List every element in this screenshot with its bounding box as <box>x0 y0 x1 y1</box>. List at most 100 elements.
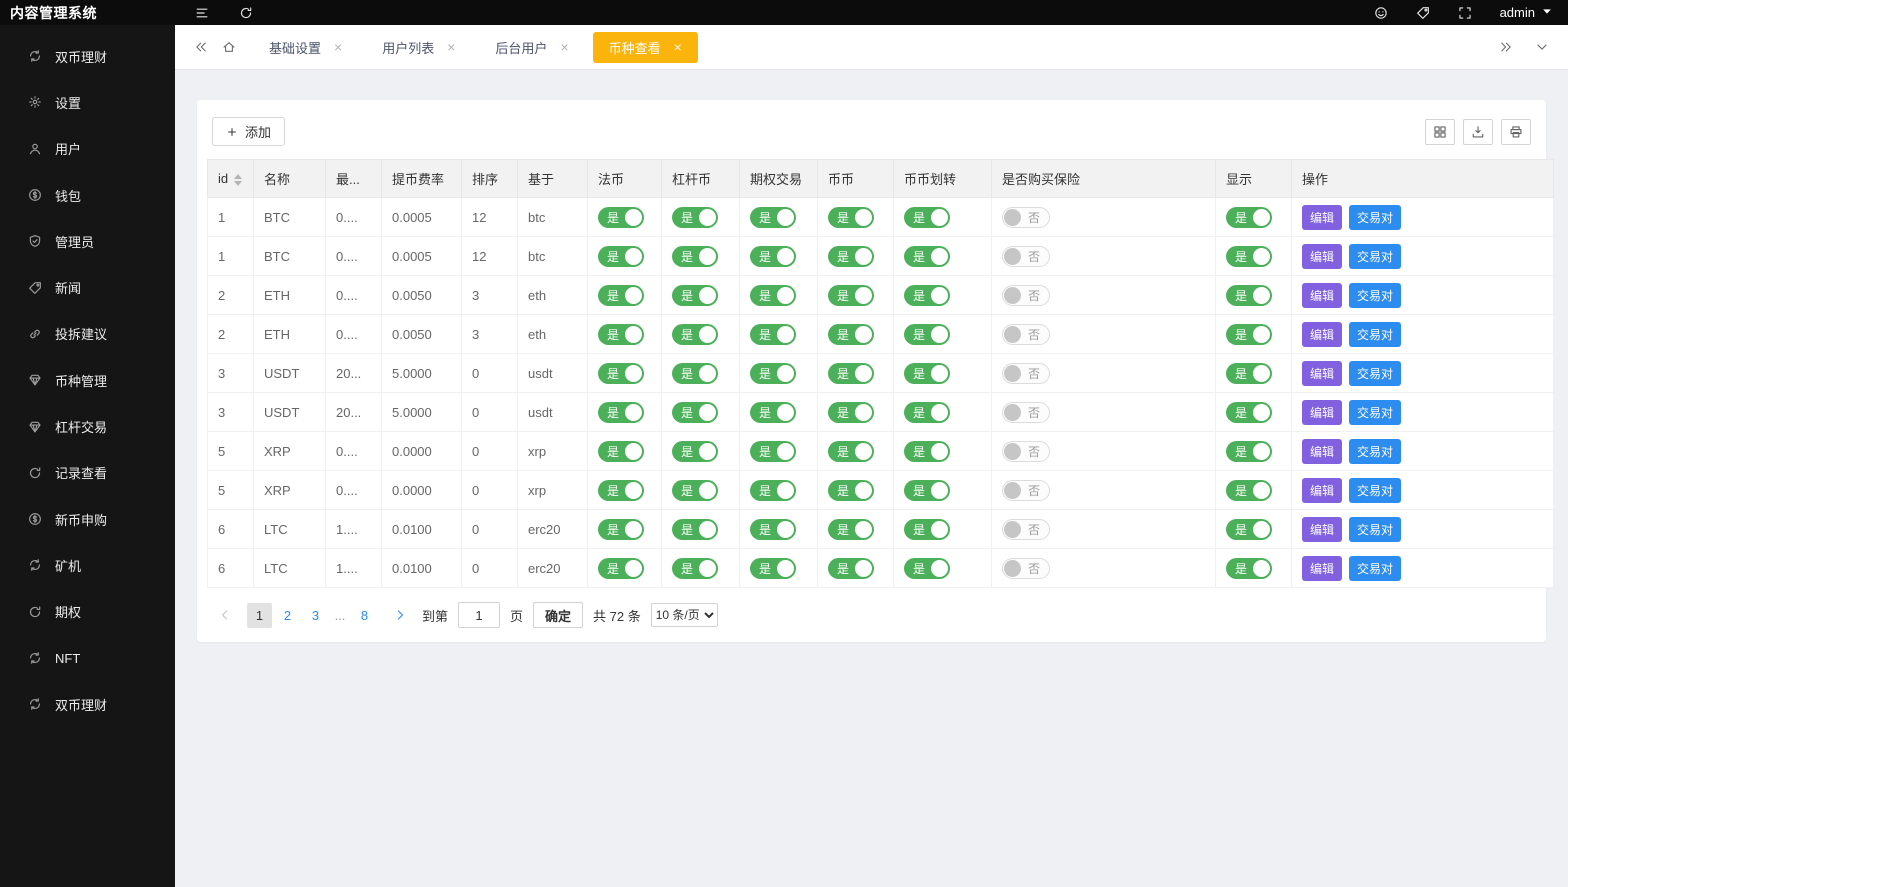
page-button[interactable]: 3 <box>303 603 328 628</box>
show-toggle[interactable]: 是 <box>1226 285 1272 306</box>
lever-toggle[interactable]: 是 <box>672 363 718 384</box>
pair-button[interactable]: 交易对 <box>1349 322 1401 347</box>
option-toggle[interactable]: 是 <box>750 285 796 306</box>
option-toggle[interactable]: 是 <box>750 558 796 579</box>
option-toggle[interactable]: 是 <box>750 363 796 384</box>
sidebar-item[interactable]: 钱包 <box>0 172 175 218</box>
option-toggle[interactable]: 是 <box>750 402 796 423</box>
tab-close-icon[interactable]: × <box>447 40 455 54</box>
transfer-toggle[interactable]: 是 <box>904 363 950 384</box>
tab-item[interactable]: 后台用户× <box>479 32 584 63</box>
edit-button[interactable]: 编辑 <box>1302 556 1342 581</box>
print-button[interactable] <box>1501 119 1531 145</box>
insurance-toggle[interactable]: 否 <box>1002 285 1050 306</box>
insurance-toggle[interactable]: 否 <box>1002 441 1050 462</box>
option-toggle[interactable]: 是 <box>750 441 796 462</box>
fiat-toggle[interactable]: 是 <box>598 207 644 228</box>
transfer-toggle[interactable]: 是 <box>904 441 950 462</box>
sidebar-item[interactable]: 用户 <box>0 126 175 172</box>
insurance-toggle[interactable]: 否 <box>1002 324 1050 345</box>
edit-button[interactable]: 编辑 <box>1302 322 1342 347</box>
pair-button[interactable]: 交易对 <box>1349 556 1401 581</box>
fiat-toggle[interactable]: 是 <box>598 441 644 462</box>
pair-button[interactable]: 交易对 <box>1349 517 1401 542</box>
tab-close-icon[interactable]: × <box>674 40 682 54</box>
pair-button[interactable]: 交易对 <box>1349 361 1401 386</box>
sidebar-item[interactable]: 杠杆交易 <box>0 403 175 449</box>
sidebar-collapse-button[interactable] <box>195 6 209 20</box>
sidebar-item[interactable]: 期权 <box>0 589 175 635</box>
pair-button[interactable]: 交易对 <box>1349 439 1401 464</box>
sidebar-item[interactable]: 设置 <box>0 79 175 125</box>
topbar-face-button[interactable] <box>1374 6 1388 20</box>
show-toggle[interactable]: 是 <box>1226 519 1272 540</box>
coin-toggle[interactable]: 是 <box>828 207 874 228</box>
transfer-toggle[interactable]: 是 <box>904 246 950 267</box>
next-page-button[interactable] <box>387 603 412 628</box>
show-toggle[interactable]: 是 <box>1226 324 1272 345</box>
transfer-toggle[interactable]: 是 <box>904 324 950 345</box>
tab-close-icon[interactable]: × <box>334 40 342 54</box>
tabs-menu-button[interactable] <box>1528 40 1556 54</box>
transfer-toggle[interactable]: 是 <box>904 285 950 306</box>
tab-item[interactable]: 用户列表× <box>366 32 471 63</box>
show-toggle[interactable]: 是 <box>1226 363 1272 384</box>
refresh-button[interactable] <box>239 6 253 20</box>
column-header[interactable]: id <box>208 160 254 198</box>
fiat-toggle[interactable]: 是 <box>598 363 644 384</box>
lever-toggle[interactable]: 是 <box>672 558 718 579</box>
edit-button[interactable]: 编辑 <box>1302 478 1342 503</box>
page-button[interactable]: 2 <box>275 603 300 628</box>
coin-toggle[interactable]: 是 <box>828 246 874 267</box>
transfer-toggle[interactable]: 是 <box>904 480 950 501</box>
fiat-toggle[interactable]: 是 <box>598 480 644 501</box>
show-toggle[interactable]: 是 <box>1226 402 1272 423</box>
sidebar-item[interactable]: 币种管理 <box>0 357 175 403</box>
edit-button[interactable]: 编辑 <box>1302 517 1342 542</box>
option-toggle[interactable]: 是 <box>750 480 796 501</box>
fiat-toggle[interactable]: 是 <box>598 402 644 423</box>
show-toggle[interactable]: 是 <box>1226 480 1272 501</box>
sidebar-item[interactable]: 双币理财 <box>0 33 175 79</box>
home-tab-button[interactable] <box>215 40 243 54</box>
pair-button[interactable]: 交易对 <box>1349 244 1401 269</box>
sidebar-item[interactable]: 新闻 <box>0 264 175 310</box>
confirm-button[interactable]: 确定 <box>533 602 583 628</box>
insurance-toggle[interactable]: 否 <box>1002 363 1050 384</box>
tabs-scroll-left-button[interactable] <box>187 40 215 54</box>
topbar-tag-button[interactable] <box>1416 6 1430 20</box>
sidebar-item[interactable]: 矿机 <box>0 542 175 588</box>
fiat-toggle[interactable]: 是 <box>598 246 644 267</box>
lever-toggle[interactable]: 是 <box>672 207 718 228</box>
lever-toggle[interactable]: 是 <box>672 480 718 501</box>
sort-icon[interactable] <box>234 174 242 186</box>
add-button[interactable]: 添加 <box>212 117 285 146</box>
coin-toggle[interactable]: 是 <box>828 480 874 501</box>
show-toggle[interactable]: 是 <box>1226 441 1272 462</box>
fiat-toggle[interactable]: 是 <box>598 558 644 579</box>
edit-button[interactable]: 编辑 <box>1302 400 1342 425</box>
lever-toggle[interactable]: 是 <box>672 519 718 540</box>
coin-toggle[interactable]: 是 <box>828 402 874 423</box>
edit-button[interactable]: 编辑 <box>1302 439 1342 464</box>
lever-toggle[interactable]: 是 <box>672 246 718 267</box>
coin-toggle[interactable]: 是 <box>828 519 874 540</box>
transfer-toggle[interactable]: 是 <box>904 402 950 423</box>
current-page[interactable]: 1 <box>247 603 272 628</box>
insurance-toggle[interactable]: 否 <box>1002 558 1050 579</box>
coin-toggle[interactable]: 是 <box>828 441 874 462</box>
fiat-toggle[interactable]: 是 <box>598 324 644 345</box>
sidebar-item[interactable]: 记录查看 <box>0 450 175 496</box>
transfer-toggle[interactable]: 是 <box>904 519 950 540</box>
edit-button[interactable]: 编辑 <box>1302 205 1342 230</box>
pair-button[interactable]: 交易对 <box>1349 400 1401 425</box>
fiat-toggle[interactable]: 是 <box>598 519 644 540</box>
insurance-toggle[interactable]: 否 <box>1002 519 1050 540</box>
pair-button[interactable]: 交易对 <box>1349 478 1401 503</box>
prev-page-button[interactable] <box>212 603 237 628</box>
page-jump-input[interactable] <box>458 602 500 628</box>
sidebar-item[interactable]: NFT <box>0 635 175 681</box>
insurance-toggle[interactable]: 否 <box>1002 246 1050 267</box>
per-page-select[interactable]: 10 条/页 <box>651 603 718 627</box>
sidebar-item[interactable]: 双币理财 <box>0 681 175 727</box>
